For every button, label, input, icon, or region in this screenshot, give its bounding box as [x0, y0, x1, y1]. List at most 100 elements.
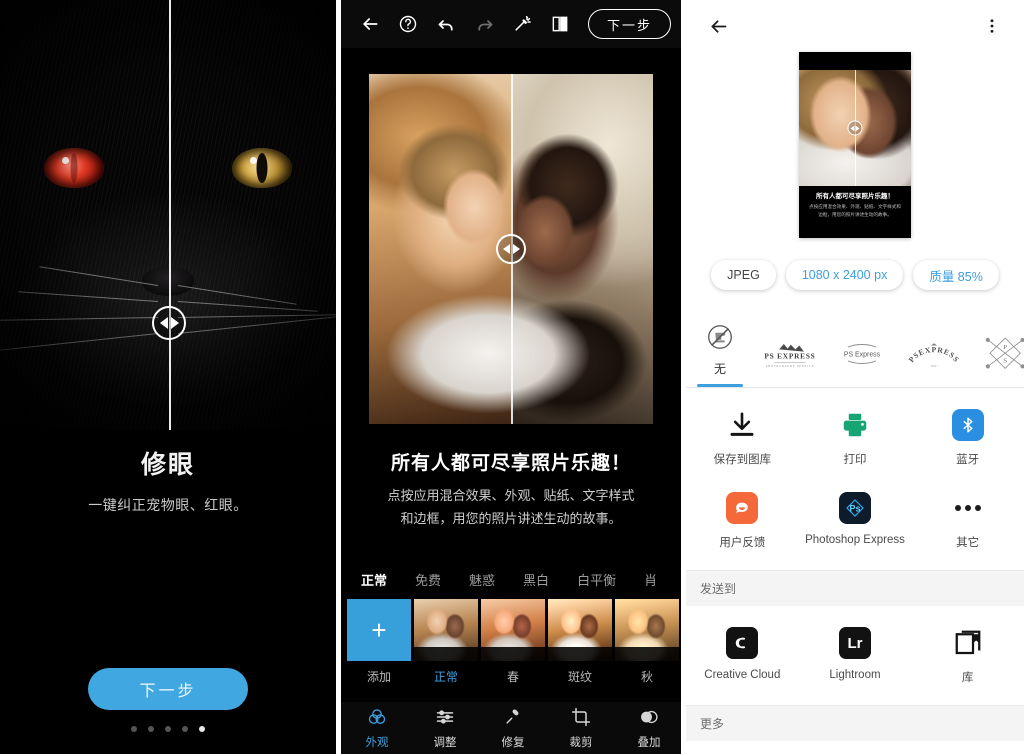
more-vertical-icon[interactable] — [976, 10, 1008, 42]
page-dot[interactable] — [182, 726, 188, 732]
editor-photo-compare[interactable] — [369, 74, 653, 424]
share-item[interactable]: 打印 — [799, 398, 912, 481]
filter-thumbnail[interactable]: 正常 — [414, 598, 478, 685]
lightroom-icon: Lr — [838, 626, 872, 660]
export-chip[interactable]: 质量 85% — [913, 260, 999, 290]
nav-item-label: 外观 — [365, 736, 389, 749]
overlay-icon — [639, 707, 659, 730]
filter-tab[interactable]: 魅惑 — [455, 570, 509, 589]
export-preview-thumbnail[interactable]: 所有人都可尽享照片乐趣！ 点按应用混合效果、外观、贴纸、文字样式和边框，用您的照… — [799, 52, 911, 238]
svg-text:PS Express: PS Express — [844, 351, 881, 358]
share-item[interactable]: 其它 — [911, 481, 1024, 564]
help-icon[interactable] — [389, 5, 427, 43]
crop-icon — [571, 707, 591, 730]
send-to-grid[interactable]: Creative Cloud Lr Lightroom 库 — [686, 606, 1024, 705]
bluetooth-icon — [951, 408, 985, 442]
watermark-active-underline — [983, 384, 1024, 387]
export-chip[interactable]: JPEG — [711, 260, 776, 290]
download-icon — [725, 408, 759, 442]
filter-tab[interactable]: 黑白 — [509, 570, 563, 589]
back-arrow-icon[interactable] — [351, 5, 389, 43]
filter-thumbnail-strip[interactable]: + 添加 正常 春 斑纹 秋 — [341, 595, 681, 685]
watermark-selector[interactable]: 无 PS EXPRESS PHOTOGRAPHY SERVICE PS Express… — [686, 306, 1024, 388]
filter-tab[interactable]: 肖 — [630, 570, 671, 589]
thumbnail-caption-strip — [548, 646, 612, 661]
filter-thumbnail[interactable]: 斑纹 — [548, 598, 612, 685]
filter-thumbnail-label: 添加 — [366, 669, 391, 684]
page-dot[interactable] — [199, 726, 205, 732]
filter-thumbnail-label: 正常 — [433, 669, 458, 684]
watermark-option[interactable]: PSEXPRESS · EST · — [898, 329, 970, 387]
filter-thumbnail[interactable]: 春 — [481, 598, 545, 685]
before-after-icon[interactable] — [541, 5, 579, 43]
no-watermark-icon — [705, 316, 735, 358]
add-filter-icon: + — [347, 598, 411, 661]
share-screen: 所有人都可尽享照片乐趣！ 点按应用混合效果、外观、贴纸、文字样式和边框，用您的照… — [686, 0, 1024, 754]
watermark-option[interactable]: PS Express — [826, 329, 898, 387]
share-item-label: Photoshop Express — [805, 534, 905, 546]
nav-item-sliders[interactable]: 调整 — [411, 707, 479, 750]
sliders-icon — [435, 707, 455, 730]
watermark-option[interactable]: PS EXPRESS PHOTOGRAPHY SERVICE — [754, 329, 826, 387]
filter-tab[interactable]: 正常 — [347, 570, 401, 589]
editor-bottom-nav[interactable]: 外观调整修复裁剪叠加文 — [341, 702, 681, 754]
export-settings-chips[interactable]: JPEG 1080 x 2400 px 质量 85% — [686, 252, 1024, 306]
before-after-cat-image[interactable] — [0, 0, 336, 430]
vignette — [0, 0, 336, 430]
nav-item-heal[interactable]: 修复 — [479, 707, 547, 750]
export-chip[interactable]: 1080 x 2400 px — [785, 260, 904, 290]
send-to-item[interactable]: Lr Lightroom — [799, 616, 912, 699]
page-dot[interactable] — [131, 726, 137, 732]
watermark-active-underline — [839, 384, 885, 387]
next-button[interactable]: 下一步 — [88, 668, 248, 710]
filter-preview-image — [414, 598, 478, 661]
share-item-label: Lightroom — [829, 669, 881, 681]
share-item-label: 库 — [961, 672, 974, 684]
filter-thumbnail[interactable]: + 添加 — [347, 598, 411, 685]
share-item-label: 打印 — [843, 454, 867, 466]
share-item[interactable]: 蓝牙 — [911, 398, 1024, 481]
filter-tab[interactable]: 白平衡 — [563, 570, 630, 589]
page-dot[interactable] — [148, 726, 154, 732]
feedback-icon — [725, 491, 759, 525]
watermark-option[interactable]: 无 — [686, 312, 754, 387]
page-dot[interactable] — [165, 726, 171, 732]
more-grid[interactable] — [686, 741, 1024, 754]
preview-photo — [799, 70, 911, 186]
share-item[interactable]: Ps Photoshop Express — [799, 481, 912, 564]
more-icon — [951, 491, 985, 525]
send-to-item[interactable]: 库 — [911, 616, 1024, 699]
compare-slider-handle[interactable] — [496, 234, 526, 264]
redo-icon[interactable] — [465, 5, 503, 43]
svg-text:P: P — [1003, 344, 1007, 351]
page-indicator-dots[interactable] — [131, 726, 205, 732]
nav-item-looks[interactable]: 外观 — [343, 707, 411, 750]
undo-icon[interactable] — [427, 5, 465, 43]
filter-thumbnail[interactable]: 秋 — [615, 598, 679, 685]
svg-text:S: S — [1003, 357, 1007, 364]
filter-preview-image — [481, 598, 545, 661]
svg-text:PS EXPRESS: PS EXPRESS — [764, 352, 815, 361]
printer-icon — [838, 408, 872, 442]
chevron-left-icon — [159, 317, 168, 329]
watermark-option[interactable]: PS — [970, 329, 1024, 387]
share-primary-grid[interactable]: 保存到图库 打印 蓝牙用户反馈 Ps Photoshop Express 其它 — [686, 388, 1024, 570]
svg-text:PHOTOGRAPHY SERVICE: PHOTOGRAPHY SERVICE — [766, 365, 815, 368]
nav-item-crop[interactable]: 裁剪 — [547, 707, 615, 750]
nav-item-overlay[interactable]: 叠加 — [615, 707, 681, 750]
editor-toolbar: 下一步 — [341, 0, 681, 48]
back-arrow-icon[interactable] — [702, 10, 734, 42]
share-item[interactable]: 保存到图库 — [686, 398, 799, 481]
share-item[interactable]: 用户反馈 — [686, 481, 799, 564]
compare-slider-handle[interactable] — [152, 306, 186, 340]
send-to-item[interactable]: Creative Cloud — [686, 616, 799, 699]
thumbnail-caption-strip — [615, 646, 679, 661]
screenshot-root: 修眼 一键纠正宠物眼、红眼。 下一步 下一步 所有人都可尽享照片乐趣！ 点按应用… — [0, 0, 1024, 754]
filter-tab[interactable]: 免费 — [401, 570, 455, 589]
filter-category-tabs[interactable]: 正常 免费 魅惑 黑白 白平衡肖 — [341, 565, 681, 595]
next-button[interactable]: 下一步 — [587, 9, 671, 39]
preview-caption-body: 点按应用混合效果、外观、贴纸、文字样式和边框，用您的照片讲述生动的故事。 — [809, 204, 901, 217]
looks-icon — [367, 707, 387, 730]
magic-wand-icon[interactable] — [503, 5, 541, 43]
caption-title: 所有人都可尽享照片乐趣！ — [390, 453, 631, 474]
